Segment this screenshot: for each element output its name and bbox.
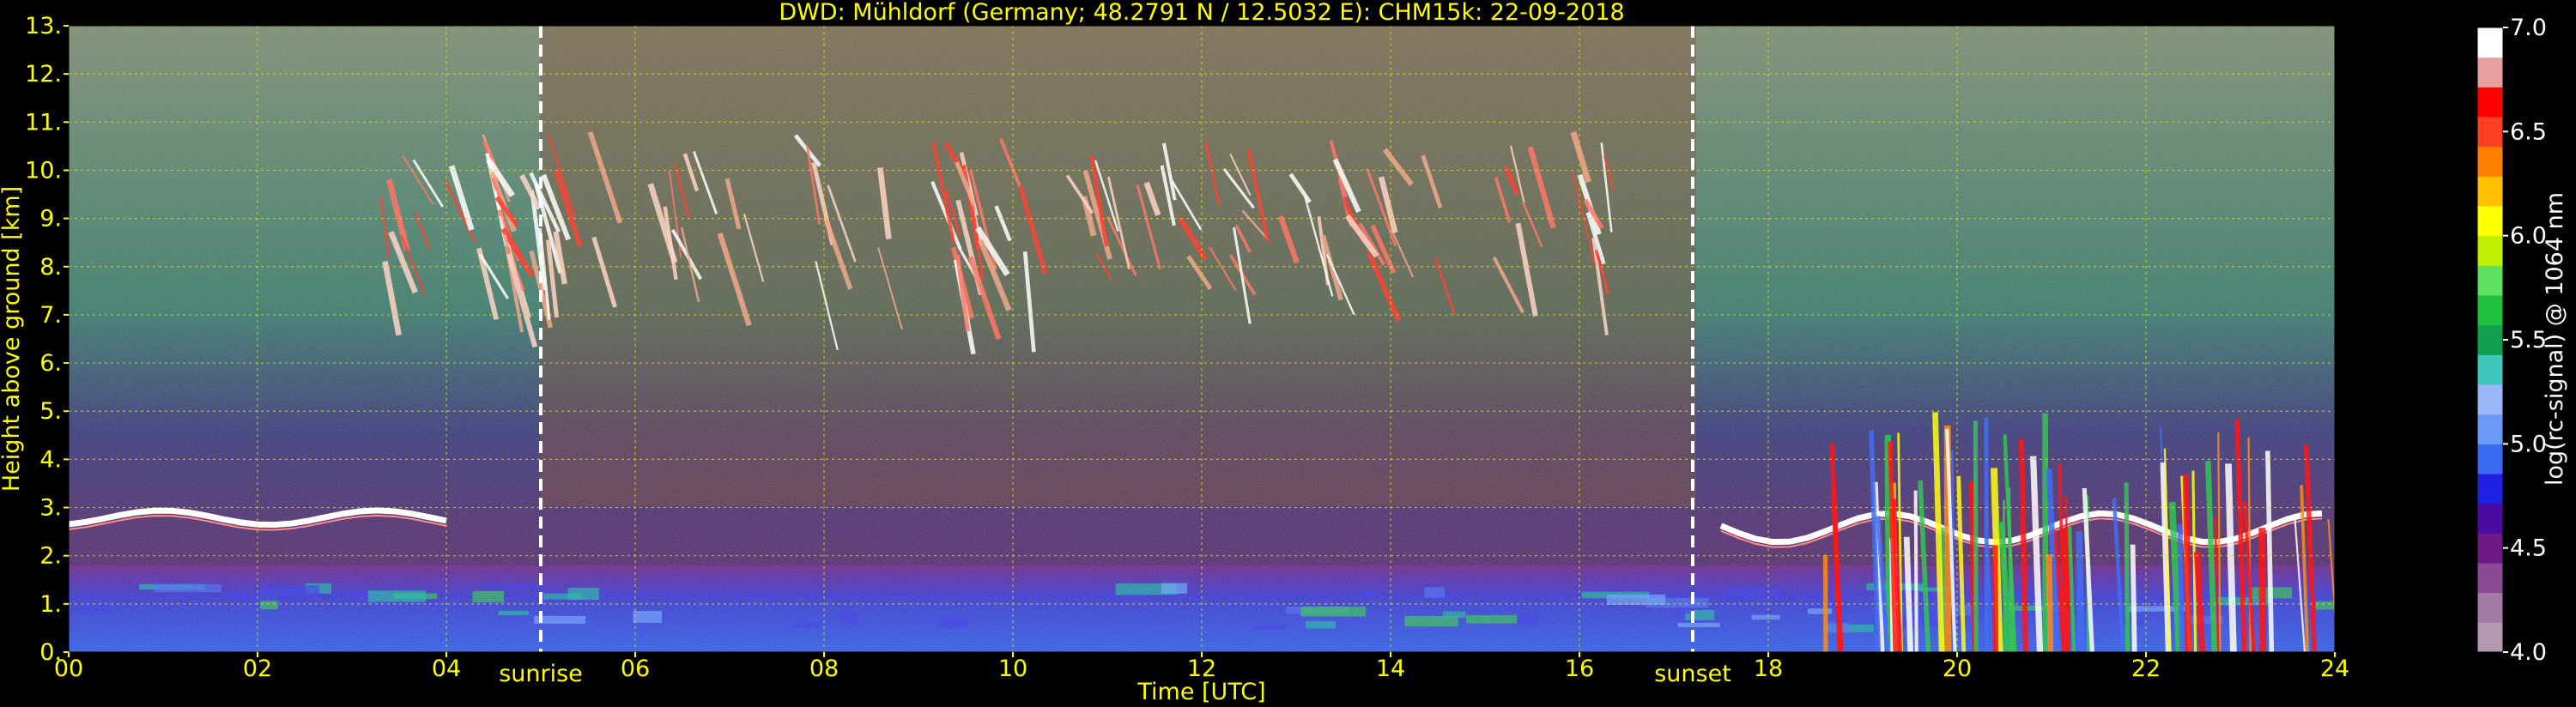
colorbar: 4.04.55.05.56.06.57.0 [2476, 15, 2547, 666]
x-tick-label: 04 [432, 656, 461, 682]
x-tick-label: 08 [809, 656, 839, 682]
colorbar-segment [2477, 533, 2503, 564]
y-tick-label: 1. [39, 591, 62, 618]
x-tick-label: 06 [621, 656, 650, 682]
y-tick-label: 12. [25, 61, 62, 88]
colorbar-segment [2477, 414, 2503, 444]
y-tick-label: 4. [39, 446, 62, 473]
x-tick-label: 24 [2320, 656, 2349, 682]
colorbar-segment [2477, 354, 2503, 385]
colorbar-tick-label: 7.0 [2510, 15, 2547, 41]
y-tick-label: 13. [25, 13, 62, 39]
y-tick-label: 6. [39, 350, 62, 377]
colorbar-segment [2477, 265, 2503, 296]
colorbar-segment [2477, 206, 2503, 237]
colorbar-segment [2477, 117, 2503, 148]
colorbar-segment [2477, 622, 2503, 653]
colorbar-segment [2477, 503, 2503, 534]
colorbar-tick-label: 6.5 [2510, 118, 2547, 145]
x-tick-label: 16 [1565, 656, 1594, 682]
y-tick-label: 0. [39, 639, 62, 666]
colorbar-segment [2477, 57, 2503, 88]
y-tick-label: 5. [39, 398, 62, 425]
colorbar-segment [2477, 384, 2503, 415]
y-tick-label: 2. [39, 543, 62, 570]
colorbar-segment [2477, 295, 2503, 326]
x-tick-label: 14 [1376, 656, 1405, 682]
colorbar-label: log(rc-signal) @ 1064 nm [2542, 192, 2568, 486]
x-tick-label: 22 [2131, 656, 2161, 682]
ceilometer-chart: 00 02 04 06 08 10 12 14 16 18 20 22 240.1.2.3.4.5.6.… [0, 0, 2568, 705]
sunset-label: sunset [1654, 661, 1731, 687]
sunrise-label: sunrise [499, 661, 583, 687]
colorbar-segment [2477, 176, 2503, 207]
y-tick-label: 11. [25, 109, 62, 136]
colorbar-segment [2477, 444, 2503, 474]
colorbar-segment [2477, 592, 2503, 623]
y-tick-label: 9. [39, 206, 62, 233]
x-tick-label: 20 [1943, 656, 1972, 682]
colorbar-segment [2477, 563, 2503, 594]
x-axis-label: Time [UTC] [1136, 679, 1265, 705]
y-tick-label: 8. [39, 254, 62, 281]
colorbar-tick-label: 4.0 [2510, 639, 2547, 666]
colorbar-segment [2477, 27, 2503, 58]
colorbar-segment [2477, 474, 2503, 505]
colorbar-segment [2477, 146, 2503, 177]
x-tick-label: 18 [1754, 656, 1783, 682]
plot-area [69, 26, 2335, 652]
x-tick-label: 02 [243, 656, 272, 682]
colorbar-segment [2477, 235, 2503, 266]
colorbar-segment [2477, 324, 2503, 355]
chart-title: DWD: Mühldorf (Germany; 48.2791 N / 12.5… [779, 0, 1624, 26]
x-tick-label: 10 [998, 656, 1027, 682]
colorbar-segment [2477, 87, 2503, 118]
y-tick-label: 7. [39, 302, 62, 329]
y-axis-label: Height above ground [km] [0, 186, 25, 492]
colorbar-tick-label: 4.5 [2510, 535, 2547, 562]
y-tick-label: 3. [39, 495, 62, 522]
y-tick-label: 10. [25, 157, 62, 184]
